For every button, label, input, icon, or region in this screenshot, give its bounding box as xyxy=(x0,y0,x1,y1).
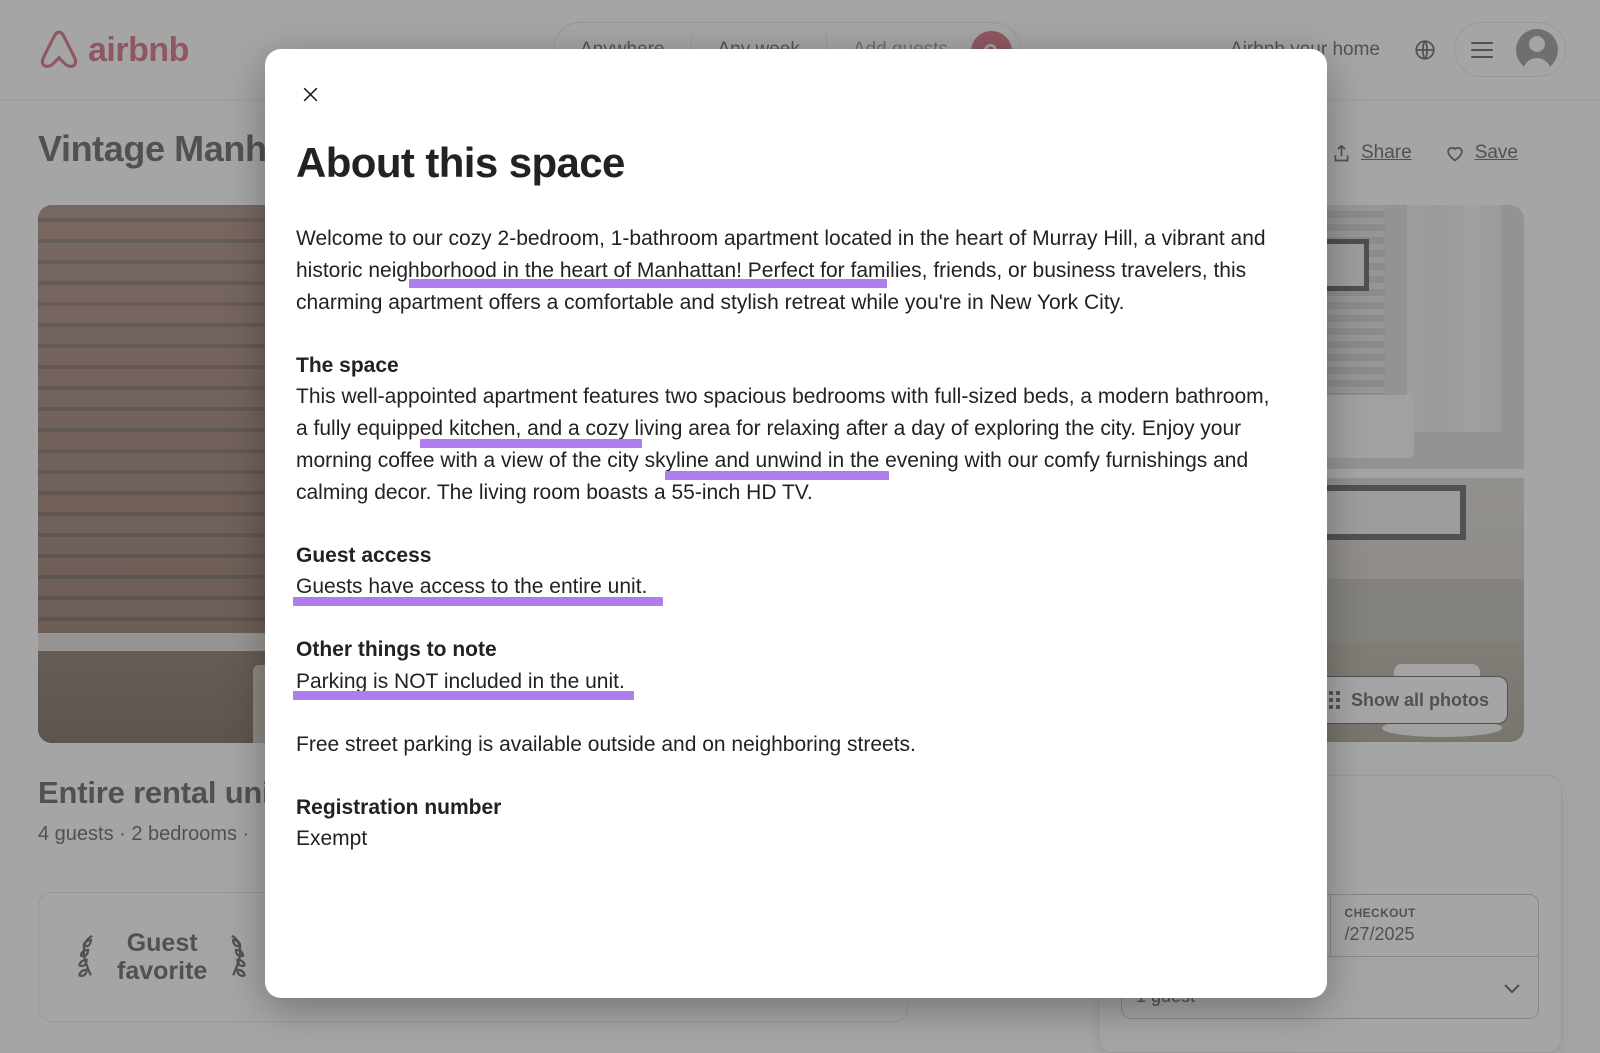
section-the-space: The space This well-appointed apartment … xyxy=(296,350,1276,509)
close-x-icon xyxy=(301,85,320,104)
intro-paragraph: Welcome to our cozy 2-bedroom, 1-bathroo… xyxy=(296,223,1276,319)
highlight-mark xyxy=(293,691,634,700)
section-heading: The space xyxy=(296,350,1276,382)
highlight-mark xyxy=(409,279,887,288)
intro-block: Welcome to our cozy 2-bedroom, 1-bathroo… xyxy=(296,223,1276,319)
modal-title: About this space xyxy=(296,139,1276,187)
section-heading: Registration number xyxy=(296,792,1276,824)
section-heading: Guest access xyxy=(296,540,1276,572)
section-other-things-to-note: Other things to note Parking is NOT incl… xyxy=(296,634,1276,697)
parking-note: Free street parking is available outside… xyxy=(296,729,1276,761)
modal-body: About this space Welcome to our cozy 2-b… xyxy=(296,139,1296,998)
highlight-mark xyxy=(665,471,889,480)
about-this-space-modal: About this space Welcome to our cozy 2-b… xyxy=(265,49,1327,998)
section-registration-number: Registration number Exempt xyxy=(296,792,1276,855)
registration-value: Exempt xyxy=(296,823,1276,855)
highlight-mark xyxy=(420,439,642,448)
section-guest-access: Guest access Guests have access to the e… xyxy=(296,540,1276,603)
section-heading: Other things to note xyxy=(296,634,1276,666)
close-button[interactable] xyxy=(289,73,331,115)
highlight-mark xyxy=(293,597,663,606)
